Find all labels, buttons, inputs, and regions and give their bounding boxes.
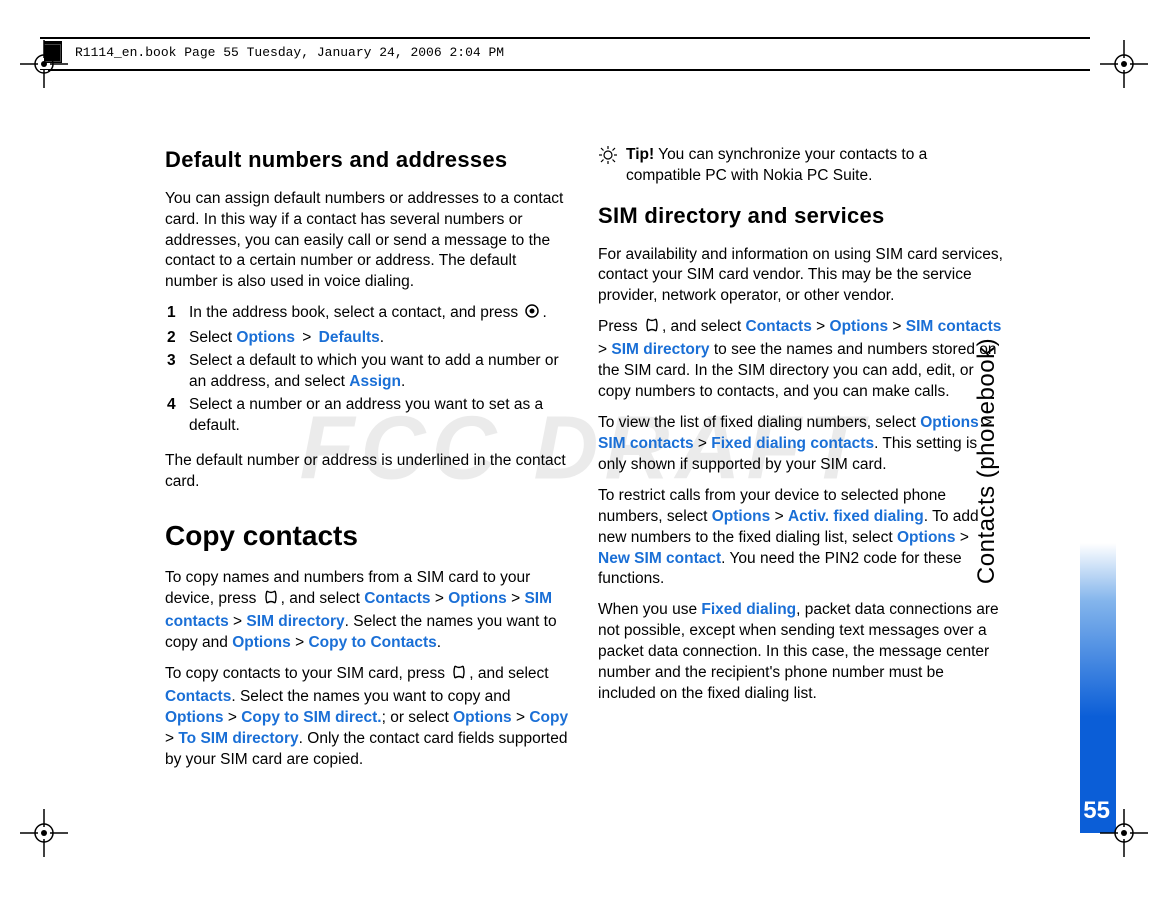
page-number-tab: 55 <box>1080 543 1116 833</box>
ui-option: Assign <box>349 373 401 390</box>
ui-option: Options <box>453 709 512 726</box>
ui-option: Fixed dialing contacts <box>711 435 874 452</box>
ui-option: Contacts <box>746 318 812 335</box>
heading-sim-directory: SIM directory and services <box>598 201 1003 231</box>
ui-option: SIM contacts <box>906 318 1002 335</box>
paragraph: Press , and select Contacts > Options > … <box>598 317 1003 403</box>
list-item: 2 Select Options > Defaults. <box>167 328 570 349</box>
ui-option: SIM directory <box>246 613 344 630</box>
paragraph: To view the list of fixed dialing number… <box>598 413 1003 476</box>
ui-option: Fixed dialing <box>701 601 796 618</box>
ui-option: New SIM contact <box>598 550 721 567</box>
paragraph: When you use Fixed dialing, packet data … <box>598 600 1003 705</box>
right-column: Tip! You can synchronize your contacts t… <box>598 145 1003 781</box>
ui-option: SIM contacts <box>598 435 694 452</box>
tip-body: You can synchronize your contacts to a c… <box>626 146 927 184</box>
ui-option: Contacts <box>165 688 231 705</box>
menu-key-icon <box>451 664 467 687</box>
menu-key-icon <box>263 589 279 612</box>
ui-option: Options <box>712 508 771 525</box>
heading-copy-contacts: Copy contacts <box>165 517 570 555</box>
list-item: 1 In the address book, select a contact,… <box>167 303 570 326</box>
ui-option: Contacts <box>364 590 430 607</box>
crop-mark-icon <box>20 40 68 88</box>
ui-option: Copy to SIM direct. <box>241 709 381 726</box>
ui-option: Options <box>897 529 956 546</box>
paragraph: You can assign default numbers or addres… <box>165 189 570 294</box>
ui-option: Defaults <box>319 329 380 346</box>
scroll-key-icon <box>524 303 540 326</box>
running-head: R1114_en.book Page 55 Tuesday, January 2… <box>75 45 1045 60</box>
section-label: Contacts (phonebook) <box>973 337 1001 583</box>
ui-option: Options <box>165 709 224 726</box>
ui-option: To SIM directory <box>178 730 298 747</box>
paragraph: To restrict calls from your device to se… <box>598 486 1003 591</box>
crop-mark-icon <box>1100 40 1148 88</box>
paragraph: To copy contacts to your SIM card, press… <box>165 664 570 771</box>
ui-option: Options <box>232 634 291 651</box>
paragraph: To copy names and numbers from a SIM car… <box>165 568 570 654</box>
list-item: 4 Select a number or an address you want… <box>167 395 570 437</box>
ui-option: Copy to Contacts <box>308 634 436 651</box>
ui-option: SIM directory <box>611 341 709 358</box>
ui-option: Options <box>920 414 979 431</box>
paragraph: For availability and information on usin… <box>598 245 1003 308</box>
paragraph: The default number or address is underli… <box>165 451 570 493</box>
menu-key-icon <box>644 317 660 340</box>
heading-default-numbers: Default numbers and addresses <box>165 145 570 175</box>
left-column: Default numbers and addresses You can as… <box>165 145 570 781</box>
ordered-list: 1 In the address book, select a contact,… <box>167 303 570 437</box>
tip-icon <box>598 145 626 187</box>
crop-mark-icon <box>20 809 68 857</box>
tip-label: Tip! <box>626 146 654 163</box>
tip-callout: Tip! You can synchronize your contacts t… <box>598 145 1003 187</box>
crop-mark-icon <box>1100 809 1148 857</box>
side-tab: Contacts (phonebook) 55 <box>1068 88 1116 833</box>
ui-option: Options <box>236 329 295 346</box>
ui-option: Options <box>448 590 507 607</box>
ui-option: Activ. fixed dialing <box>788 508 924 525</box>
ui-option: Options <box>830 318 889 335</box>
ui-option: Copy <box>529 709 568 726</box>
list-item: 3 Select a default to which you want to … <box>167 351 570 393</box>
running-head-text: R1114_en.book Page 55 Tuesday, January 2… <box>75 45 504 60</box>
page-body: Default numbers and addresses You can as… <box>165 145 1005 781</box>
